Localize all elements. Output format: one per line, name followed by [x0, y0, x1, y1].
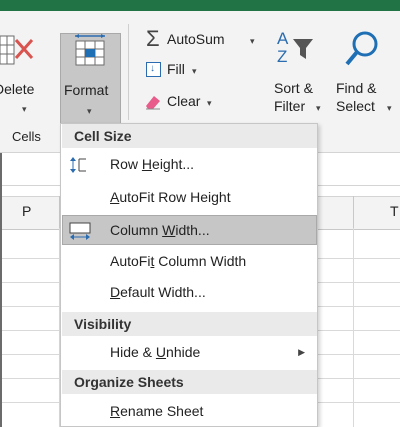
menu-item-label: Column [110, 222, 163, 238]
menu-item-label: Hide & [110, 344, 156, 360]
menu-item-row-height[interactable]: Row Height... [62, 151, 317, 177]
menu-item-accel-key: A [110, 189, 120, 205]
row-height-icon [70, 157, 86, 173]
menu-item-column-width[interactable]: Column Width... [62, 215, 317, 245]
svg-text:A: A [277, 29, 289, 48]
menu-item-label: Row [110, 156, 142, 172]
sort-dropdown-arrow: ▾ [316, 103, 321, 113]
delete-cells-icon [0, 35, 34, 65]
window-left-edge [0, 153, 2, 427]
menu-item-label: efault Width... [120, 284, 206, 300]
find-label-line2: Select [336, 98, 375, 114]
clear-label: Clear [167, 93, 201, 109]
menu-item-default-width[interactable]: Default Width... [62, 279, 317, 305]
fill-dropdown-arrow: ▾ [192, 66, 197, 76]
title-bar [0, 0, 400, 11]
submenu-arrow-icon: ▶ [298, 347, 305, 357]
delete-label: Delete [0, 81, 35, 97]
clear-button[interactable]: Clear ▾ [144, 92, 224, 116]
delete-dropdown-arrow: ▾ [22, 104, 27, 114]
menu-item-rename-sheet[interactable]: Rename Sheet [62, 398, 317, 424]
sort-label-line2: Filter [274, 98, 306, 114]
format-icon [75, 34, 105, 66]
search-icon [345, 31, 378, 66]
menu-header-cell-size: Cell Size [62, 124, 317, 148]
menu-item-accel-key: R [110, 403, 121, 419]
menu-item-label: eight... [152, 156, 195, 172]
cells-group-label: Cells [12, 129, 41, 144]
menu-item-label: AutoFi [110, 253, 151, 269]
menu-item-label: utoFit Row Height [119, 189, 231, 205]
find-label-line1: Find & [336, 80, 377, 96]
group-divider [128, 24, 129, 120]
menu-item-label: idth... [175, 222, 210, 238]
column-header-t[interactable]: T [390, 203, 399, 219]
svg-text:Z: Z [277, 47, 287, 66]
menu-header-visibility: Visibility [62, 312, 317, 336]
menu-item-hide-unhide[interactable]: Hide & Unhide ▶ [62, 339, 317, 365]
autosum-dropdown-arrow: ▾ [250, 36, 255, 46]
format-label: Format [64, 82, 109, 98]
clear-dropdown-arrow: ▾ [207, 98, 212, 108]
find-dropdown-arrow: ▾ [387, 103, 392, 113]
menu-item-label: nhide [166, 344, 201, 360]
menu-item-accel-key: D [110, 284, 121, 300]
autosum-button[interactable]: Σ AutoSum ▾ [146, 28, 274, 52]
fill-button[interactable]: ↓ Fill ▾ [146, 60, 216, 84]
format-dropdown-arrow: ▾ [87, 106, 92, 116]
column-separator [353, 196, 354, 228]
menu-item-label: Column Width [154, 253, 247, 269]
sort-filter-icon: A Z [277, 29, 313, 66]
delete-button[interactable]: Delete ▾ [0, 20, 58, 130]
menu-header-organize-sheets: Organize Sheets [62, 370, 317, 394]
column-width-icon [69, 222, 91, 240]
find-select-button[interactable]: Find & Select ▾ [336, 28, 400, 120]
menu-item-accel-key: U [155, 344, 167, 360]
fill-label: Fill [167, 61, 185, 77]
format-dropdown-menu: Cell Size Row Height... AutoFit Row Heig… [60, 123, 318, 427]
menu-item-autofit-column-width[interactable]: AutoFit Column Width [62, 248, 317, 274]
menu-item-label: ename Sheet [120, 403, 204, 419]
fill-down-icon: ↓ [146, 62, 161, 77]
menu-item-accel-key: W [162, 222, 176, 238]
sigma-icon: Σ [146, 26, 160, 51]
menu-item-autofit-row-height[interactable]: AutoFit Row Height [62, 184, 317, 210]
eraser-icon [146, 96, 160, 110]
sort-filter-button[interactable]: A Z Sort & Filter ▾ [272, 28, 334, 120]
sort-label-line1: Sort & [274, 80, 313, 96]
menu-item-accel-key: H [141, 156, 153, 172]
column-header-p[interactable]: P [22, 203, 31, 219]
autosum-label: AutoSum [167, 31, 225, 47]
